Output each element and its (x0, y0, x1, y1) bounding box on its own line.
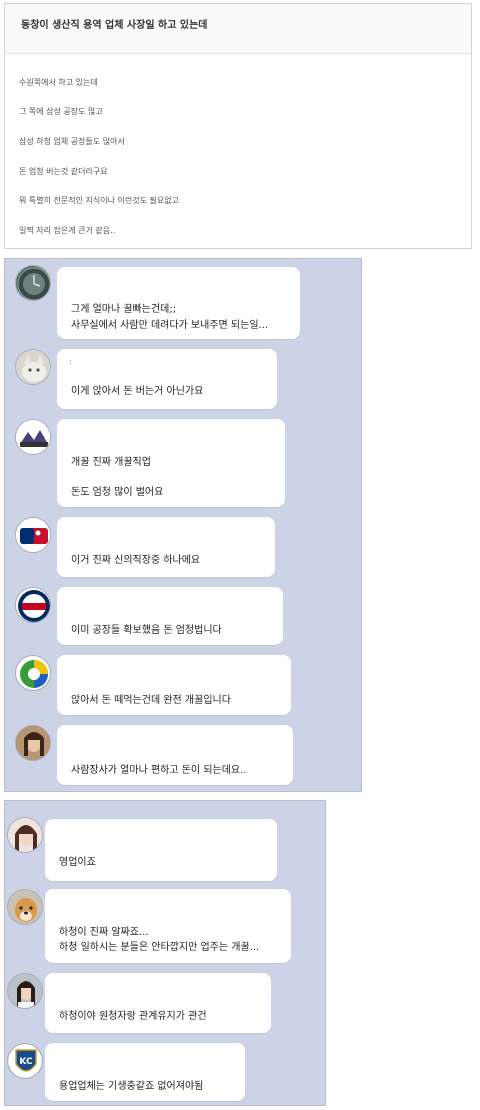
comment-text: 사무실에서 사람만 데려다가 보내주면 되는일... (71, 320, 269, 331)
comment-text: 하청이 진짜 알짜죠... (59, 927, 149, 938)
comment-bubble: 이거 진짜 신의직장중 하나에요 (57, 517, 275, 577)
post-title-bar: 동창이 생산직 용역 업체 사장일 하고 있는데 (5, 4, 471, 54)
mlb-logo-avatar (15, 517, 51, 553)
post-line: 삼성 하청 업체 공장들도 많아서 (19, 137, 125, 146)
comment-text: 이게 앉아서 돈 버는거 아닌가요 (71, 386, 204, 397)
baseball-classic-logo-avatar (15, 655, 51, 691)
svg-text:KC: KC (19, 1057, 33, 1067)
comment-bubble: 앉아서 돈 떼먹는건데 완전 개꿀입니다 (57, 655, 291, 715)
comment-text: 돈도 엄청 많이 벌어요 (71, 487, 164, 498)
comment-mark: : (69, 357, 72, 366)
comment-text: 영업이죠 (59, 857, 96, 868)
rockies-logo-avatar (15, 419, 51, 455)
twins-logo-avatar (15, 587, 51, 623)
comment-bubble: 개꿀 진짜 개꿀직업 돈도 엄청 많이 벌어요 (57, 419, 285, 507)
girl-photo-avatar (7, 817, 43, 853)
comment-text: 앉아서 돈 떼먹는건데 완전 개꿀입니다 (71, 695, 231, 706)
comment-panel-1: 그게 얼마나 꿀빠는건데;; 사무실에서 사람만 데려다가 보내주면 되는일..… (4, 258, 362, 792)
post-line: 일찍 자리 잡은게 큰거 같음.. (19, 226, 116, 235)
post-line: 돈 엄청 버는것 같더라구요 (19, 167, 108, 176)
comment-text: 하청이야 원청자랑 관계유지가 관건 (59, 1011, 207, 1022)
comment-panel-2: 영업이죠 하청이 진짜 알짜죠... 하청 일하시는 분들은 안타깝지만 업주는… (4, 800, 326, 1106)
woman-photo-avatar-2 (7, 973, 43, 1009)
post-line: 뭐 특별히 전문적인 지식이나 이런것도 필요없고 (19, 196, 179, 205)
comment-text: 하청 일하시는 분들은 안타깝지만 업주는 개꿀... (59, 942, 260, 953)
comment-bubble: 영업이죠 (45, 819, 277, 881)
comment-text: 이미 공장들 확보했음 돈 엄청법니다 (71, 625, 222, 636)
comment-bubble: 그게 얼마나 꿀빠는건데;; 사무실에서 사람만 데려다가 보내주면 되는일..… (57, 267, 300, 339)
post-line: 수원쪽에서 하고 있는데 (19, 78, 98, 87)
dog-photo-avatar (7, 889, 43, 925)
comment-text: 그게 얼마나 꿀빠는건데;; (71, 304, 177, 315)
original-post: 동창이 생산직 용역 업체 사장일 하고 있는데 수원쪽에서 하고 있는데 그 … (4, 3, 472, 249)
woman-photo-avatar (15, 725, 51, 761)
comment-bubble: 이미 공장들 확보했음 돈 엄청법니다 (57, 587, 283, 645)
comment-bubble: 하청이야 원청자랑 관계유지가 관건 (45, 973, 271, 1033)
comment-bubble: 용업업체는 기생충같죠 없어져야됨 (45, 1043, 245, 1101)
comment-bubble: 사람장사가 얼마나 편하고 돈이 되는데요.. (57, 725, 293, 785)
comment-text: 용업업체는 기생충같죠 없어져야됨 (59, 1081, 204, 1092)
comment-text: 개꿀 진짜 개꿀직업 (71, 457, 151, 468)
clock-avatar (15, 265, 51, 301)
comment-text: 사람장사가 얼마나 편하고 돈이 되는데요.. (71, 765, 247, 776)
comment-text: 이거 진짜 신의직장중 하나에요 (71, 555, 201, 566)
post-title: 동창이 생산직 용역 업체 사장일 하고 있는데 (21, 20, 208, 31)
royals-logo-avatar: KC (7, 1043, 43, 1079)
cat-avatar (15, 349, 51, 385)
comment-bubble: : 이게 앉아서 돈 버는거 아닌가요 (57, 349, 277, 409)
post-line: 그 쪽에 삼성 공장도 많고 (19, 107, 103, 116)
comment-bubble: 하청이 진짜 알짜죠... 하청 일하시는 분들은 안타깝지만 업주는 개꿀..… (45, 889, 291, 963)
